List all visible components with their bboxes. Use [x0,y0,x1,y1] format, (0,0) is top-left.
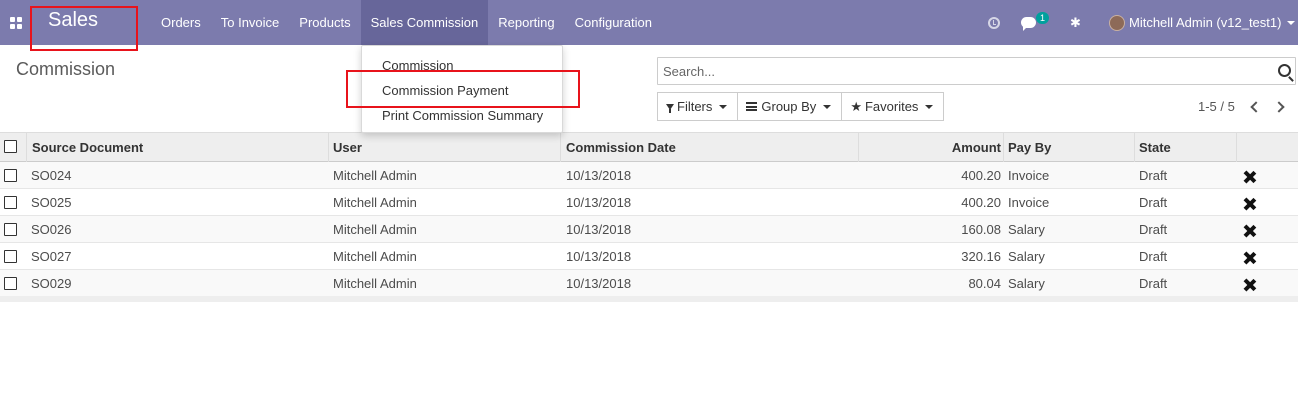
menu-sales-commission[interactable]: Sales Commission [360,0,489,45]
column-amount[interactable]: Amount [952,133,1001,162]
row-checkbox[interactable] [4,277,17,290]
avatar [1109,14,1125,31]
row-checkbox[interactable] [4,196,17,209]
cell-source-document: SO027 [31,249,72,264]
favorites-button[interactable]: ★ Favorites [841,92,945,121]
row-checkbox[interactable] [4,169,17,182]
column-pay-by[interactable]: Pay By [1008,133,1051,162]
list-footer [0,296,1298,302]
cell-user: Mitchell Admin [333,249,417,264]
search-box [657,57,1296,85]
group-by-icon [746,102,758,111]
commission-list: Source Document User Commission Date Amo… [0,132,1298,297]
cell-pay-by: Invoice [1008,168,1050,183]
user-menu[interactable]: Mitchell Admin (v12_test1) [1109,0,1296,45]
breadcrumb: Commission [16,59,116,79]
table-header: Source Document User Commission Date Amo… [0,133,1298,162]
column-source-document[interactable]: Source Document [32,133,143,162]
filter-icon [666,103,674,113]
cell-commission-date: 10/13/2018 [566,249,632,264]
dropdown-item-commission[interactable]: Commission [382,58,454,73]
app-brand[interactable]: Sales [48,9,98,32]
cell-commission-date: 10/13/2018 [566,168,632,183]
user-name: Mitchell Admin (v12_test1) [1129,15,1282,30]
cell-pay-by: Invoice [1008,195,1050,210]
favorites-label: Favorites [864,99,919,114]
group-by-button[interactable]: Group By [737,92,843,121]
cell-pay-by: Salary [1008,276,1045,291]
main-menu: Orders To Invoice Products Sales Commiss… [151,0,662,45]
bug-icon[interactable]: ✱ [1070,0,1081,45]
cell-amount: 400.20 [961,195,1001,210]
cell-commission-date: 10/13/2018 [566,276,632,291]
cell-source-document: SO029 [31,276,72,291]
cell-pay-by: Salary [1008,249,1045,264]
select-all-checkbox[interactable] [4,140,17,153]
column-user[interactable]: User [333,133,362,162]
cell-amount: 80.04 [968,276,1001,291]
chat-icon[interactable]: 1 [1021,0,1050,45]
filters-button[interactable]: Filters [657,92,739,121]
cell-state: Draft [1139,195,1168,210]
menu-reporting[interactable]: Reporting [488,0,564,45]
column-state[interactable]: State [1139,133,1171,162]
search-icon[interactable] [1278,64,1291,77]
apps-icon[interactable] [6,12,26,32]
menu-to-invoice[interactable]: To Invoice [211,0,290,45]
cell-source-document: SO026 [31,222,72,237]
cell-commission-date: 10/13/2018 [566,195,632,210]
column-commission-date[interactable]: Commission Date [566,133,676,162]
delete-icon[interactable] [1244,198,1256,210]
table-row[interactable]: SO027 Mitchell Admin 10/13/2018 320.16 S… [0,243,1298,270]
dropdown-item-print-commission-summary[interactable]: Print Commission Summary [382,108,543,123]
chevron-down-icon [925,104,934,113]
clock-icon[interactable] [988,0,1000,45]
cell-pay-by: Salary [1008,222,1045,237]
cell-commission-date: 10/13/2018 [566,222,632,237]
top-navbar: Sales Orders To Invoice Products Sales C… [0,0,1298,45]
star-icon: ★ [850,98,862,114]
cell-amount: 320.16 [961,249,1001,264]
cell-user: Mitchell Admin [333,222,417,237]
cell-source-document: SO025 [31,195,72,210]
table-row[interactable]: SO029 Mitchell Admin 10/13/2018 80.04 Sa… [0,270,1298,297]
dropdown-item-commission-payment[interactable]: Commission Payment [382,83,508,98]
cell-state: Draft [1139,222,1168,237]
delete-icon[interactable] [1244,279,1256,291]
cell-state: Draft [1139,168,1168,183]
table-row[interactable]: SO026 Mitchell Admin 10/13/2018 160.08 S… [0,216,1298,243]
cell-state: Draft [1139,276,1168,291]
search-options: Filters Group By ★ Favorites [657,92,945,121]
menu-configuration[interactable]: Configuration [565,0,662,45]
delete-icon[interactable] [1244,252,1256,264]
chevron-down-icon [1287,20,1296,29]
group-by-label: Group By [761,99,817,114]
chevron-down-icon [823,104,832,113]
cell-amount: 400.20 [961,168,1001,183]
chat-count-badge: 1 [1036,12,1050,24]
menu-products[interactable]: Products [289,0,360,45]
cell-user: Mitchell Admin [333,168,417,183]
delete-icon[interactable] [1244,171,1256,183]
table-row[interactable]: SO025 Mitchell Admin 10/13/2018 400.20 I… [0,189,1298,216]
cell-source-document: SO024 [31,168,72,183]
row-checkbox[interactable] [4,250,17,263]
cell-user: Mitchell Admin [333,195,417,210]
delete-icon[interactable] [1244,225,1256,237]
filters-label: Filters [677,99,713,114]
menu-orders[interactable]: Orders [151,0,211,45]
pager-value[interactable]: 1-5 / 5 [1198,99,1235,114]
pager-previous-icon[interactable] [1248,99,1262,113]
sales-commission-dropdown: Commission Commission Payment Print Comm… [361,45,563,133]
cell-amount: 160.08 [961,222,1001,237]
chevron-down-icon [719,104,728,113]
cell-user: Mitchell Admin [333,276,417,291]
search-input[interactable] [658,58,1258,84]
pager-next-icon[interactable] [1274,99,1288,113]
row-checkbox[interactable] [4,223,17,236]
table-row[interactable]: SO024 Mitchell Admin 10/13/2018 400.20 I… [0,162,1298,189]
cell-state: Draft [1139,249,1168,264]
